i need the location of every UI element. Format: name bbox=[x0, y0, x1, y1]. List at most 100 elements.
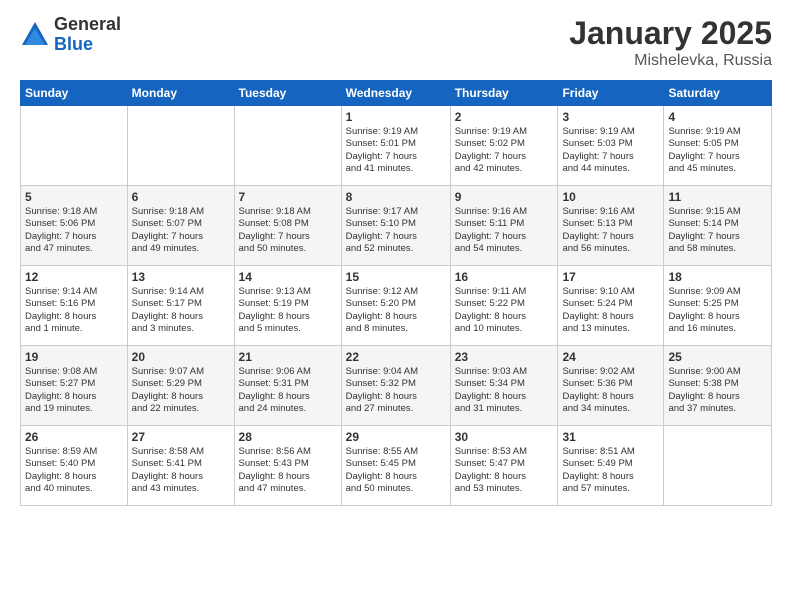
calendar-cell bbox=[21, 106, 128, 186]
day-number: 26 bbox=[25, 430, 123, 444]
calendar-week-row: 19 Sunrise: 9:08 AM Sunset: 5:27 PM Dayli… bbox=[21, 346, 772, 426]
day-info: Sunrise: 9:18 AM Sunset: 5:06 PM Dayligh… bbox=[25, 206, 123, 255]
day-info: Sunrise: 9:19 AM Sunset: 5:01 PM Dayligh… bbox=[346, 126, 446, 175]
day-info: Sunrise: 9:14 AM Sunset: 5:17 PM Dayligh… bbox=[132, 286, 230, 335]
calendar-cell: 17 Sunrise: 9:10 AM Sunset: 5:24 PM Dayli… bbox=[558, 266, 664, 346]
day-number: 2 bbox=[455, 110, 554, 124]
day-info: Sunrise: 9:14 AM Sunset: 5:16 PM Dayligh… bbox=[25, 286, 123, 335]
day-number: 7 bbox=[239, 190, 337, 204]
calendar-header-row: SundayMondayTuesdayWednesdayThursdayFrid… bbox=[21, 81, 772, 106]
calendar-day-header: Thursday bbox=[450, 81, 558, 106]
day-number: 17 bbox=[562, 270, 659, 284]
calendar-cell: 5Sunrise: 9:18 AM Sunset: 5:06 PM Daylig… bbox=[21, 186, 128, 266]
calendar-day-header: Sunday bbox=[21, 81, 128, 106]
day-number: 20 bbox=[132, 350, 230, 364]
day-number: 4 bbox=[668, 110, 767, 124]
day-info: Sunrise: 9:10 AM Sunset: 5:24 PM Dayligh… bbox=[562, 286, 659, 335]
day-number: 23 bbox=[455, 350, 554, 364]
day-info: Sunrise: 9:16 AM Sunset: 5:11 PM Dayligh… bbox=[455, 206, 554, 255]
day-number: 25 bbox=[668, 350, 767, 364]
calendar-day-header: Saturday bbox=[664, 81, 772, 106]
calendar-cell: 31Sunrise: 8:51 AM Sunset: 5:49 PM Dayli… bbox=[558, 426, 664, 506]
day-info: Sunrise: 9:13 AM Sunset: 5:19 PM Dayligh… bbox=[239, 286, 337, 335]
day-info: Sunrise: 9:16 AM Sunset: 5:13 PM Dayligh… bbox=[562, 206, 659, 255]
calendar-cell: 28 Sunrise: 8:56 AM Sunset: 5:43 PM Dayli… bbox=[234, 426, 341, 506]
header: General Blue January 2025 Mishelevka, Ru… bbox=[20, 15, 772, 70]
day-number: 28 bbox=[239, 430, 337, 444]
day-info: Sunrise: 9:15 AM Sunset: 5:14 PM Dayligh… bbox=[668, 206, 767, 255]
day-number: 10 bbox=[562, 190, 659, 204]
day-number: 15 bbox=[346, 270, 446, 284]
calendar-week-row: 1 Sunrise: 9:19 AM Sunset: 5:01 PM Daylig… bbox=[21, 106, 772, 186]
day-info: Sunrise: 9:18 AM Sunset: 5:08 PM Dayligh… bbox=[239, 206, 337, 255]
day-info: Sunrise: 8:56 AM Sunset: 5:43 PM Dayligh… bbox=[239, 446, 337, 495]
calendar: SundayMondayTuesdayWednesdayThursdayFrid… bbox=[20, 80, 772, 506]
location: Mishelevka, Russia bbox=[569, 52, 772, 70]
day-number: 16 bbox=[455, 270, 554, 284]
day-info: Sunrise: 9:04 AM Sunset: 5:32 PM Dayligh… bbox=[346, 366, 446, 415]
calendar-cell: 8Sunrise: 9:17 AM Sunset: 5:10 PM Daylig… bbox=[341, 186, 450, 266]
day-info: Sunrise: 8:58 AM Sunset: 5:41 PM Dayligh… bbox=[132, 446, 230, 495]
day-info: Sunrise: 9:19 AM Sunset: 5:03 PM Dayligh… bbox=[562, 126, 659, 175]
day-info: Sunrise: 9:08 AM Sunset: 5:27 PM Dayligh… bbox=[25, 366, 123, 415]
day-info: Sunrise: 8:53 AM Sunset: 5:47 PM Dayligh… bbox=[455, 446, 554, 495]
calendar-cell: 26 Sunrise: 8:59 AM Sunset: 5:40 PM Dayli… bbox=[21, 426, 128, 506]
calendar-cell: 29 Sunrise: 8:55 AM Sunset: 5:45 PM Dayli… bbox=[341, 426, 450, 506]
day-number: 9 bbox=[455, 190, 554, 204]
day-number: 22 bbox=[346, 350, 446, 364]
calendar-day-header: Monday bbox=[127, 81, 234, 106]
calendar-cell: 4 Sunrise: 9:19 AM Sunset: 5:05 PM Daylig… bbox=[664, 106, 772, 186]
calendar-cell bbox=[234, 106, 341, 186]
day-info: Sunrise: 9:18 AM Sunset: 5:07 PM Dayligh… bbox=[132, 206, 230, 255]
calendar-cell: 27 Sunrise: 8:58 AM Sunset: 5:41 PM Dayli… bbox=[127, 426, 234, 506]
calendar-cell: 25 Sunrise: 9:00 AM Sunset: 5:38 PM Dayli… bbox=[664, 346, 772, 426]
day-number: 21 bbox=[239, 350, 337, 364]
calendar-cell: 7 Sunrise: 9:18 AM Sunset: 5:08 PM Daylig… bbox=[234, 186, 341, 266]
calendar-cell: 12 Sunrise: 9:14 AM Sunset: 5:16 PM Dayli… bbox=[21, 266, 128, 346]
day-number: 19 bbox=[25, 350, 123, 364]
day-info: Sunrise: 9:11 AM Sunset: 5:22 PM Dayligh… bbox=[455, 286, 554, 335]
calendar-cell: 19 Sunrise: 9:08 AM Sunset: 5:27 PM Dayli… bbox=[21, 346, 128, 426]
day-info: Sunrise: 9:06 AM Sunset: 5:31 PM Dayligh… bbox=[239, 366, 337, 415]
calendar-cell: 2 Sunrise: 9:19 AM Sunset: 5:02 PM Daylig… bbox=[450, 106, 558, 186]
day-number: 12 bbox=[25, 270, 123, 284]
day-info: Sunrise: 9:19 AM Sunset: 5:05 PM Dayligh… bbox=[668, 126, 767, 175]
day-number: 14 bbox=[239, 270, 337, 284]
logo-icon bbox=[20, 20, 50, 50]
day-info: Sunrise: 9:17 AM Sunset: 5:10 PM Dayligh… bbox=[346, 206, 446, 255]
day-info: Sunrise: 9:19 AM Sunset: 5:02 PM Dayligh… bbox=[455, 126, 554, 175]
calendar-cell: 3 Sunrise: 9:19 AM Sunset: 5:03 PM Daylig… bbox=[558, 106, 664, 186]
calendar-cell: 1 Sunrise: 9:19 AM Sunset: 5:01 PM Daylig… bbox=[341, 106, 450, 186]
day-number: 3 bbox=[562, 110, 659, 124]
day-number: 29 bbox=[346, 430, 446, 444]
day-number: 6 bbox=[132, 190, 230, 204]
calendar-day-header: Wednesday bbox=[341, 81, 450, 106]
day-number: 11 bbox=[668, 190, 767, 204]
day-info: Sunrise: 9:12 AM Sunset: 5:20 PM Dayligh… bbox=[346, 286, 446, 335]
page: General Blue January 2025 Mishelevka, Ru… bbox=[0, 0, 792, 612]
day-info: Sunrise: 9:02 AM Sunset: 5:36 PM Dayligh… bbox=[562, 366, 659, 415]
logo-general: General bbox=[54, 15, 121, 35]
calendar-cell: 14 Sunrise: 9:13 AM Sunset: 5:19 PM Dayli… bbox=[234, 266, 341, 346]
title-block: January 2025 Mishelevka, Russia bbox=[569, 15, 772, 70]
calendar-cell: 11 Sunrise: 9:15 AM Sunset: 5:14 PM Dayli… bbox=[664, 186, 772, 266]
calendar-day-header: Friday bbox=[558, 81, 664, 106]
calendar-cell: 18 Sunrise: 9:09 AM Sunset: 5:25 PM Dayli… bbox=[664, 266, 772, 346]
day-number: 18 bbox=[668, 270, 767, 284]
day-number: 13 bbox=[132, 270, 230, 284]
day-number: 27 bbox=[132, 430, 230, 444]
day-number: 24 bbox=[562, 350, 659, 364]
calendar-cell: 9 Sunrise: 9:16 AM Sunset: 5:11 PM Daylig… bbox=[450, 186, 558, 266]
day-number: 1 bbox=[346, 110, 446, 124]
logo-blue: Blue bbox=[54, 35, 121, 55]
calendar-cell bbox=[664, 426, 772, 506]
day-info: Sunrise: 8:59 AM Sunset: 5:40 PM Dayligh… bbox=[25, 446, 123, 495]
calendar-cell: 23 Sunrise: 9:03 AM Sunset: 5:34 PM Dayli… bbox=[450, 346, 558, 426]
day-info: Sunrise: 9:09 AM Sunset: 5:25 PM Dayligh… bbox=[668, 286, 767, 335]
day-info: Sunrise: 8:55 AM Sunset: 5:45 PM Dayligh… bbox=[346, 446, 446, 495]
day-info: Sunrise: 9:03 AM Sunset: 5:34 PM Dayligh… bbox=[455, 366, 554, 415]
day-info: Sunrise: 9:00 AM Sunset: 5:38 PM Dayligh… bbox=[668, 366, 767, 415]
calendar-cell: 30Sunrise: 8:53 AM Sunset: 5:47 PM Dayli… bbox=[450, 426, 558, 506]
calendar-cell bbox=[127, 106, 234, 186]
calendar-cell: 10 Sunrise: 9:16 AM Sunset: 5:13 PM Dayli… bbox=[558, 186, 664, 266]
